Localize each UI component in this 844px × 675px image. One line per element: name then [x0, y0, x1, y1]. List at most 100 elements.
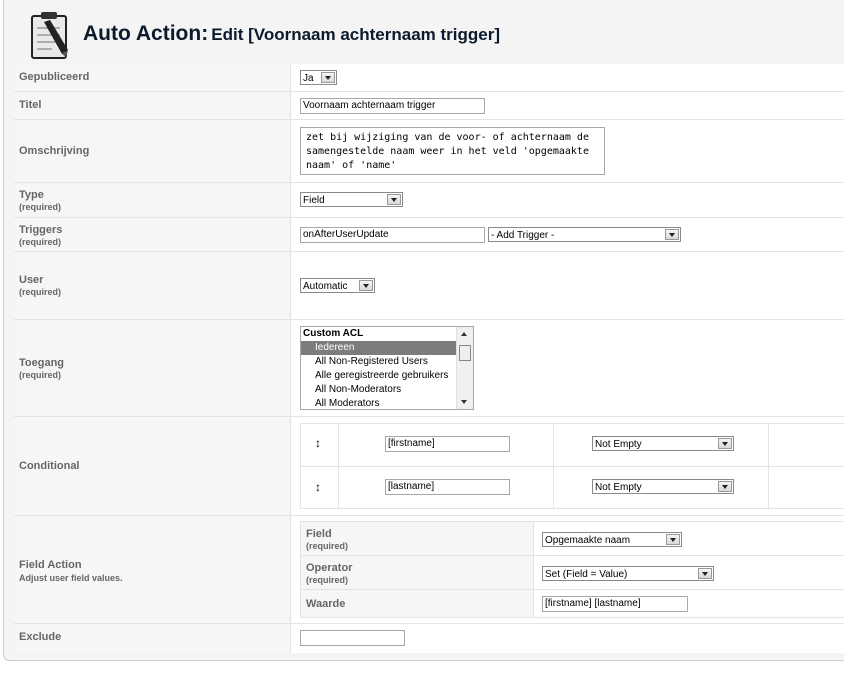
drag-handle-icon[interactable]: ↕	[315, 480, 321, 494]
label-cell: Field Action Adjust user field values.	[14, 516, 291, 623]
access-group-label: Custom ACL	[303, 328, 364, 339]
page-title-main: Auto Action:	[83, 22, 209, 45]
scroll-thumb[interactable]	[459, 345, 471, 361]
field-cell: Custom ACL Iedereen All Non-Registered U…	[291, 320, 844, 416]
field-cell: Ja	[291, 64, 844, 91]
divider	[338, 424, 339, 508]
triggers-input[interactable]: onAfterUserUpdate	[300, 227, 485, 243]
condition-field-input[interactable]: [lastname]	[385, 479, 510, 495]
clipboard-pencil-icon	[31, 12, 68, 59]
exclude-label: Exclude	[19, 631, 62, 643]
exclude-input[interactable]	[300, 630, 405, 646]
type-select[interactable]: Field	[300, 192, 403, 207]
field-cell: Field	[291, 183, 844, 217]
label-cell: Triggers (required)	[14, 218, 291, 251]
label-cell: Gepubliceerd	[14, 64, 291, 91]
divider	[301, 466, 844, 467]
fa-operator-select[interactable]: Set (Field = Value)	[542, 566, 714, 581]
access-option[interactable]: Alle geregistreerde gebruikers	[301, 369, 473, 383]
row-published: Gepubliceerd Ja	[14, 64, 844, 92]
access-option[interactable]: Iedereen	[301, 341, 473, 355]
user-select[interactable]: Automatic	[300, 278, 375, 293]
field-cell	[291, 624, 844, 653]
row-field-action: Field Action Adjust user field values. F…	[14, 516, 844, 624]
chevron-down-icon	[698, 568, 712, 579]
divider	[301, 589, 844, 590]
label-cell: Exclude	[14, 624, 291, 653]
scroll-up-icon[interactable]	[461, 332, 467, 336]
title-label: Titel	[19, 99, 42, 111]
fa-operator-value: Set (Field = Value)	[545, 569, 628, 580]
divider	[553, 424, 554, 508]
condition-operator-value: Not Empty	[595, 439, 642, 450]
condition-operator-value: Not Empty	[595, 482, 642, 493]
published-select[interactable]: Ja	[300, 70, 337, 85]
page-title-sub: Edit [Voornaam achternaam trigger]	[211, 25, 501, 44]
field-action-label: Field Action	[19, 559, 82, 571]
type-value: Field	[303, 195, 325, 206]
fa-field-required: (required)	[306, 541, 349, 551]
access-listbox[interactable]: Custom ACL Iedereen All Non-Registered U…	[300, 326, 474, 410]
field-cell: ↕ [firstname] Not Empty ↕ [lastname] Not…	[291, 417, 844, 515]
published-value: Ja	[303, 73, 314, 84]
label-cell: Type (required)	[14, 183, 291, 217]
row-access: Toegang (required) Custom ACL Iedereen A…	[14, 320, 844, 417]
field-cell: zet bij wijziging van de voor- of achter…	[291, 120, 844, 182]
chevron-down-icon	[718, 481, 732, 492]
access-label: Toegang	[19, 357, 65, 369]
chevron-down-icon	[387, 194, 401, 205]
row-description: Omschrijving zet bij wijziging van de vo…	[14, 120, 844, 183]
row-user: User (required) Automatic	[14, 252, 844, 320]
access-option[interactable]: All Non-Registered Users	[301, 355, 473, 369]
divider	[533, 522, 534, 617]
access-option[interactable]: All Non-Moderators	[301, 383, 473, 397]
user-value: Automatic	[303, 281, 348, 292]
drag-handle-icon[interactable]: ↕	[315, 436, 321, 450]
condition-operator-select[interactable]: Not Empty	[592, 479, 734, 494]
divider	[768, 424, 769, 508]
add-trigger-select[interactable]: - Add Trigger -	[488, 227, 681, 242]
chevron-down-icon	[718, 438, 732, 449]
published-label: Gepubliceerd	[19, 71, 90, 83]
access-option[interactable]: All Moderators	[301, 397, 473, 409]
field-action-description: Adjust user field values.	[19, 573, 123, 583]
row-type: Type (required) Field	[14, 183, 844, 218]
description-label: Omschrijving	[19, 145, 90, 157]
page-header: Auto Action: Edit [Voornaam achternaam t…	[4, 0, 844, 64]
row-conditional: Conditional ↕ [firstname] Not Empty ↕ [l…	[14, 417, 844, 516]
type-label: Type	[19, 189, 44, 201]
field-cell: onAfterUserUpdate - Add Trigger -	[291, 218, 844, 251]
fa-field-select[interactable]: Opgemaakte naam	[542, 532, 682, 547]
fa-value-input[interactable]: [firstname] [lastname]	[542, 596, 688, 612]
row-triggers: Triggers (required) onAfterUserUpdate - …	[14, 218, 844, 252]
type-required: (required)	[19, 202, 62, 212]
field-cell: Voornaam achternaam trigger	[291, 92, 844, 119]
divider	[301, 555, 844, 556]
title-input[interactable]: Voornaam achternaam trigger	[300, 98, 485, 114]
conditional-label: Conditional	[19, 460, 80, 472]
label-cell: Conditional	[14, 417, 291, 515]
add-trigger-value: - Add Trigger -	[491, 230, 555, 241]
access-scrollbar[interactable]	[456, 327, 473, 409]
label-cell: Toegang (required)	[14, 320, 291, 416]
triggers-label: Triggers	[19, 224, 63, 236]
fa-field-value: Opgemaakte naam	[545, 535, 631, 546]
field-cell: Field (required) Opgemaakte naam Operato…	[291, 516, 844, 623]
fa-operator-required: (required)	[306, 575, 349, 585]
fa-value-label: Waarde	[306, 598, 346, 610]
conditional-table: ↕ [firstname] Not Empty ↕ [lastname] Not…	[300, 423, 844, 509]
fa-field-label: Field	[306, 528, 332, 540]
condition-field-input[interactable]: [firstname]	[385, 436, 510, 452]
condition-operator-select[interactable]: Not Empty	[592, 436, 734, 451]
field-action-table: Field (required) Opgemaakte naam Operato…	[300, 521, 844, 618]
label-cell: Titel	[14, 92, 291, 119]
label-cell: User (required)	[14, 252, 291, 319]
fa-operator-label: Operator	[306, 562, 353, 574]
row-title: Titel Voornaam achternaam trigger	[14, 92, 844, 120]
description-textarea[interactable]: zet bij wijziging van de voor- of achter…	[300, 127, 605, 175]
access-required: (required)	[19, 370, 62, 380]
scroll-down-icon[interactable]	[461, 400, 467, 404]
field-cell: Automatic	[291, 252, 844, 319]
user-label: User	[19, 274, 44, 286]
label-cell: Omschrijving	[14, 120, 291, 182]
